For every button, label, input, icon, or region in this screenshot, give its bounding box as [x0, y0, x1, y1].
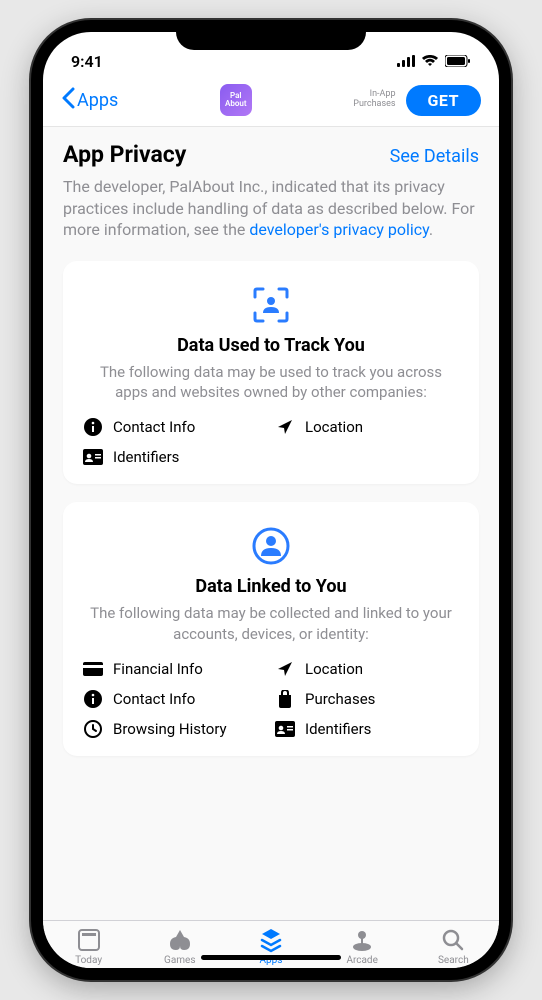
list-item: Identifiers [83, 448, 267, 466]
track-icon [83, 285, 459, 325]
id-icon [275, 721, 295, 737]
tab-bar: Today Games Apps Arcade Search [43, 920, 499, 968]
content-area[interactable]: App Privacy See Details The developer, P… [43, 127, 499, 920]
info-icon [83, 418, 103, 436]
card-linked-you: Data Linked to You The following data ma… [63, 502, 479, 756]
card-linked-title: Data Linked to You [83, 576, 459, 597]
developer-name: PalAbout Inc., [169, 177, 267, 196]
privacy-policy-link[interactable]: developer's privacy policy [249, 220, 429, 239]
list-item: Purchases [275, 690, 459, 708]
intro-text: The developer, PalAbout Inc., indicated … [63, 176, 479, 241]
card-linked-desc: The following data may be collected and … [83, 603, 459, 644]
clock-icon [83, 720, 103, 738]
bag-icon [275, 690, 295, 708]
tab-arcade[interactable]: Arcade [317, 927, 408, 966]
linked-icon [83, 526, 459, 566]
card-track-desc: The following data may be used to track … [83, 362, 459, 403]
status-time: 9:41 [71, 52, 103, 71]
iap-label: In-App Purchases [353, 90, 395, 110]
list-item: Contact Info [83, 690, 267, 708]
phone-frame: 9:41 Apps Pal About [31, 20, 511, 980]
list-item: Location [275, 418, 459, 436]
card-track-title: Data Used to Track You [83, 335, 459, 356]
chevron-left-icon [61, 87, 75, 114]
battery-icon [445, 52, 471, 71]
notch [176, 20, 366, 50]
screen: 9:41 Apps Pal About [43, 32, 499, 968]
card-track-grid: Contact Info Location Identifiers [83, 418, 459, 466]
list-item: Financial Info [83, 660, 267, 678]
list-item: Location [275, 660, 459, 678]
list-item: Contact Info [83, 418, 267, 436]
list-item: Browsing History [83, 720, 267, 738]
list-item: Identifiers [275, 720, 459, 738]
info-icon [83, 690, 103, 708]
tab-games[interactable]: Games [134, 927, 225, 966]
app-icon-text: Pal About [225, 92, 247, 108]
page-title: App Privacy [63, 141, 186, 168]
card-track-you: Data Used to Track You The following dat… [63, 261, 479, 485]
signal-icon [397, 52, 415, 71]
nav-right: In-App Purchases GET [353, 85, 481, 116]
get-button[interactable]: GET [406, 85, 481, 116]
location-icon [275, 660, 295, 678]
tab-search[interactable]: Search [408, 927, 499, 966]
id-icon [83, 449, 103, 465]
app-icon[interactable]: Pal About [220, 84, 252, 116]
card-icon [83, 662, 103, 676]
nav-bar: Apps Pal About In-App Purchases GET [43, 76, 499, 127]
back-button[interactable]: Apps [61, 87, 118, 114]
back-label: Apps [77, 90, 118, 111]
see-details-link[interactable]: See Details [390, 146, 479, 167]
card-linked-grid: Financial Info Location Contact Info Pur… [83, 660, 459, 738]
tab-today[interactable]: Today [43, 927, 134, 966]
tab-apps[interactable]: Apps [225, 927, 316, 966]
home-indicator[interactable] [201, 955, 341, 960]
wifi-icon [421, 52, 439, 71]
title-row: App Privacy See Details [63, 141, 479, 168]
location-icon [275, 418, 295, 436]
status-indicators [397, 52, 471, 71]
